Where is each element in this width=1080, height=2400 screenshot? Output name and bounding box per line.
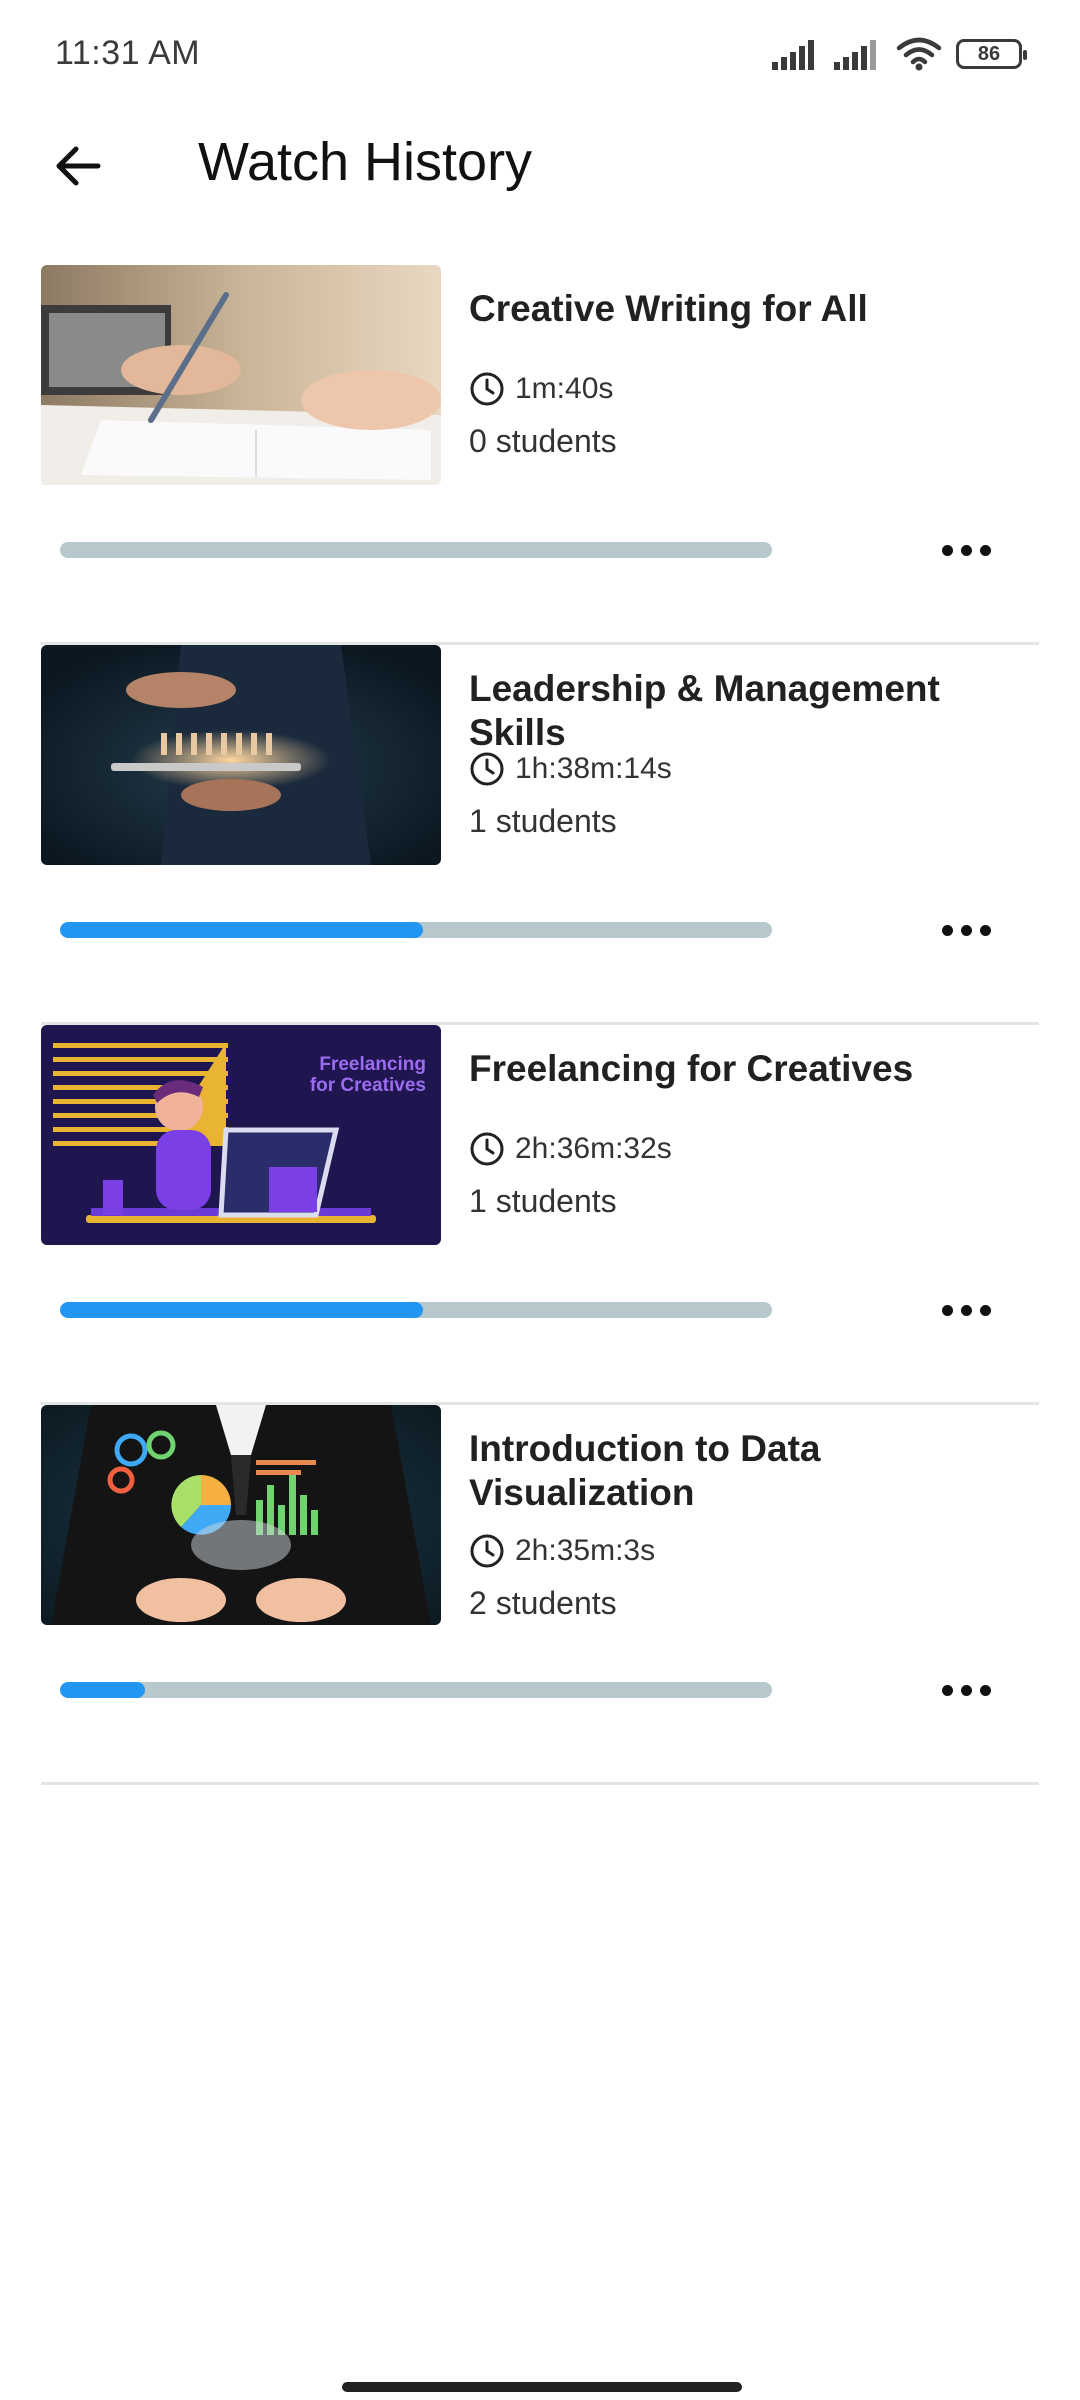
more-options-button[interactable] <box>931 1283 1001 1337</box>
duration-row: 2h:36m:32s <box>469 1127 1029 1171</box>
course-title[interactable]: Leadership & Management Skills <box>469 667 1039 755</box>
progress-bar <box>60 1302 772 1318</box>
back-button[interactable] <box>40 128 116 204</box>
progress-bar <box>60 542 772 558</box>
list-item[interactable]: Leadership & Management Skills 1h:38m:14… <box>41 645 1039 1025</box>
student-count: 2 students <box>469 1585 617 1621</box>
course-title[interactable]: Introduction to Data Visualization <box>469 1427 1039 1515</box>
more-icon-dot <box>960 544 972 556</box>
thumbnail-text: for Creatives <box>310 1075 426 1096</box>
more-icon-dot <box>979 1684 991 1696</box>
student-count: 1 students <box>469 803 617 839</box>
course-thumbnail[interactable] <box>41 645 441 865</box>
page-title: Watch History <box>198 132 533 192</box>
more-icon <box>941 1684 953 1696</box>
course-duration: 1m:40s <box>515 372 614 405</box>
progress-bar <box>60 922 772 938</box>
list-item[interactable]: Introduction to Data Visualization 2h:35… <box>41 1405 1039 1785</box>
header: Watch History <box>0 110 1080 220</box>
course-thumbnail[interactable] <box>41 1405 441 1625</box>
course-meta: 2h:36m:32s 1 students <box>469 1127 1029 1223</box>
course-duration: 2h:36m:32s <box>515 1132 672 1165</box>
more-icon-dot <box>979 924 991 936</box>
battery-level: 86 <box>977 42 1001 65</box>
thumbnail-text: Freelancing <box>319 1054 426 1075</box>
wifi-icon <box>896 37 942 71</box>
arrow-left-icon <box>56 146 101 186</box>
progress-fill <box>60 1682 146 1698</box>
more-options-button[interactable] <box>931 903 1001 957</box>
more-icon <box>941 924 953 936</box>
progress-bar <box>60 1682 772 1698</box>
status-bar: 11:31 AM 86 <box>0 0 1080 110</box>
clock-icon <box>469 371 505 407</box>
student-count: 0 students <box>469 423 617 459</box>
course-duration: 2h:35m:3s <box>515 1534 656 1567</box>
clock-icon <box>469 1131 505 1167</box>
duration-row: 1m:40s <box>469 367 1029 411</box>
list-item[interactable]: Freelancing for Creatives Freelancing fo… <box>41 1025 1039 1405</box>
more-options-button[interactable] <box>931 523 1001 577</box>
signal-icon <box>772 40 814 70</box>
duration-row: 1h:38m:14s <box>469 747 1029 791</box>
course-thumbnail[interactable]: Freelancing for Creatives <box>41 1025 441 1245</box>
battery-icon: 86 <box>956 39 1027 69</box>
more-icon-dot <box>979 544 991 556</box>
more-icon-dot <box>979 1304 991 1316</box>
signal-icon-2 <box>834 40 876 70</box>
more-icon-dot <box>960 1304 972 1316</box>
course-duration: 1h:38m:14s <box>515 752 672 785</box>
status-icons: 86 <box>772 34 1027 74</box>
progress-fill <box>60 1302 424 1318</box>
course-thumbnail[interactable] <box>41 265 441 485</box>
course-title[interactable]: Creative Writing for All <box>469 287 1039 331</box>
more-options-button[interactable] <box>931 1663 1001 1717</box>
more-icon <box>941 1304 953 1316</box>
clock-icon <box>469 751 505 787</box>
course-meta: 2h:35m:3s 2 students <box>469 1529 1029 1625</box>
student-count: 1 students <box>469 1183 617 1219</box>
more-icon <box>941 544 953 556</box>
course-list: Creative Writing for All 1m:40s 0 studen… <box>41 265 1039 1785</box>
status-time: 11:31 AM <box>55 34 201 72</box>
duration-row: 2h:35m:3s <box>469 1529 1029 1573</box>
list-item[interactable]: Creative Writing for All 1m:40s 0 studen… <box>41 265 1039 645</box>
progress-fill <box>60 922 424 938</box>
more-icon-dot <box>960 924 972 936</box>
home-indicator[interactable] <box>342 2382 742 2392</box>
course-meta: 1h:38m:14s 1 students <box>469 747 1029 843</box>
more-icon-dot <box>960 1684 972 1696</box>
course-meta: 1m:40s 0 students <box>469 367 1029 463</box>
clock-icon <box>469 1533 505 1569</box>
course-title[interactable]: Freelancing for Creatives <box>469 1047 1039 1091</box>
